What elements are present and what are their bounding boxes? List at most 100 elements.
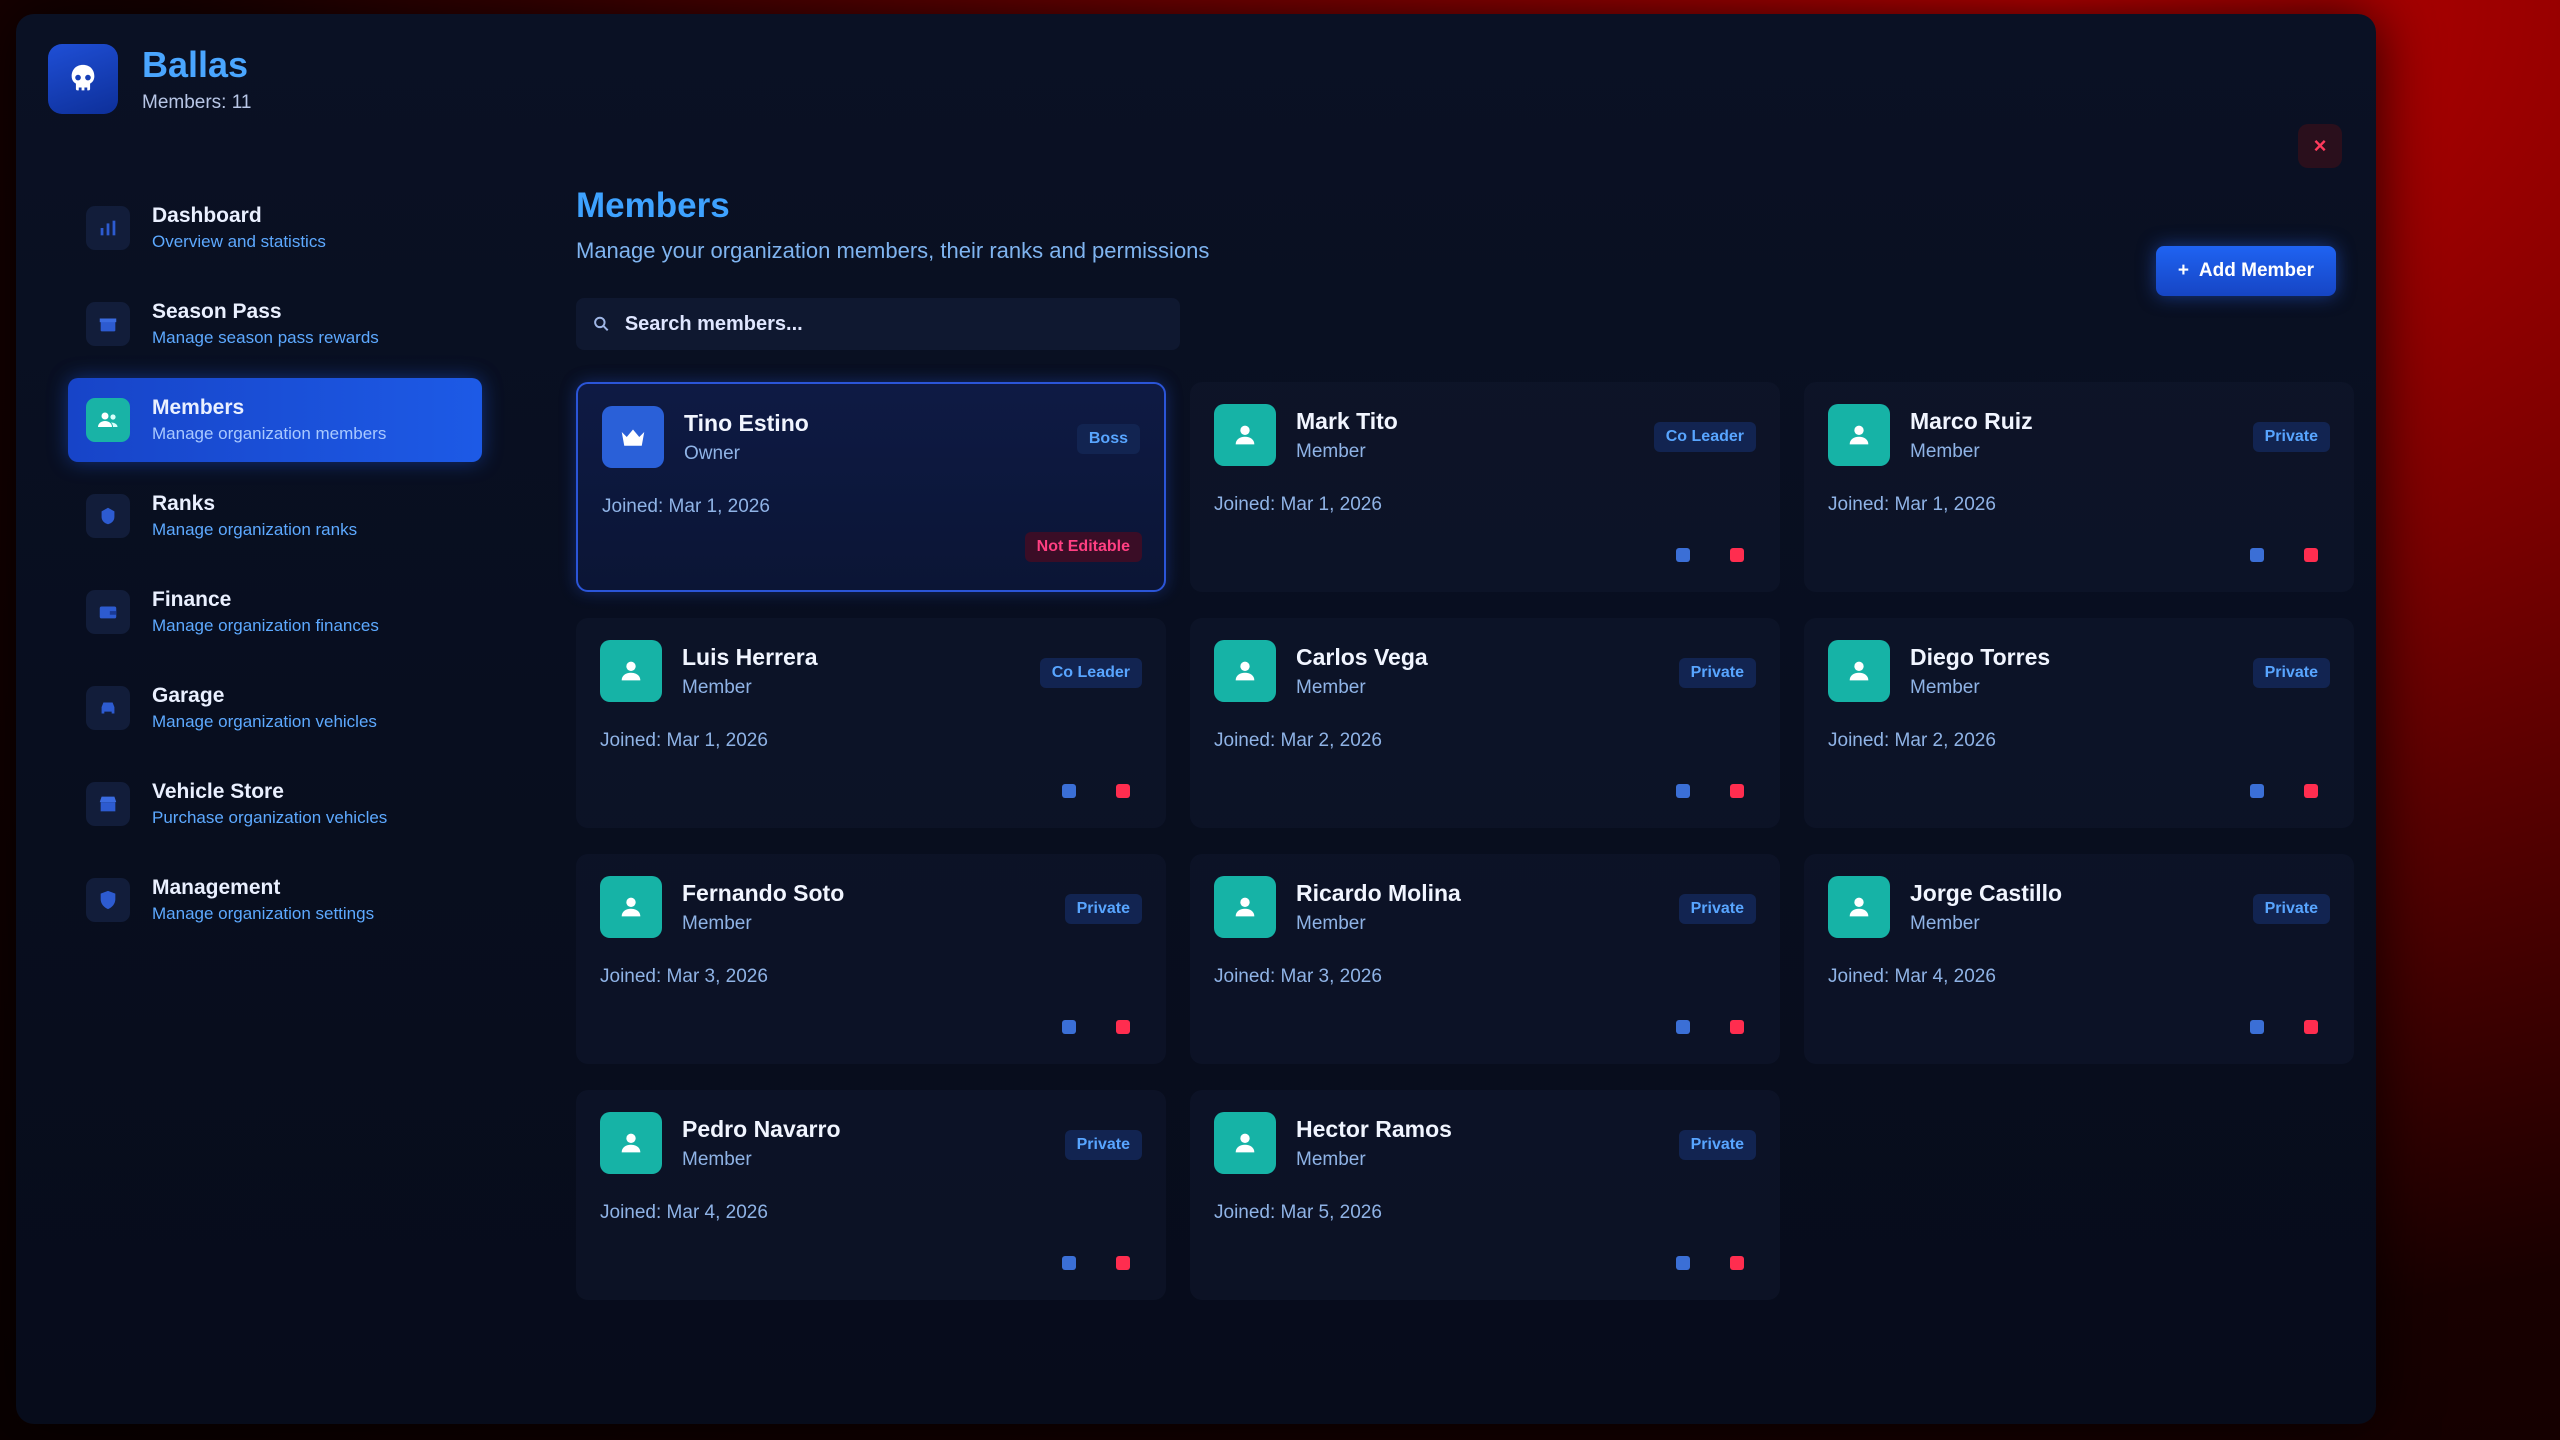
sidebar-item-label: Finance bbox=[152, 588, 232, 611]
close-button[interactable]: × bbox=[2298, 124, 2342, 168]
member-name: Luis Herrera bbox=[682, 643, 818, 670]
sidebar-item-label: Garage bbox=[152, 684, 225, 707]
sidebar-item-management[interactable]: Management Manage organization settings bbox=[68, 858, 482, 942]
rank-badge: Private bbox=[1678, 894, 1756, 924]
edit-icon[interactable] bbox=[1676, 1020, 1690, 1034]
sidebar-item-dashboard[interactable]: Dashboard Overview and statistics bbox=[68, 186, 482, 270]
edit-icon[interactable] bbox=[1676, 784, 1690, 798]
member-role: Member bbox=[1910, 440, 1980, 462]
member-name: Fernando Soto bbox=[682, 879, 845, 906]
member-name: Carlos Vega bbox=[1296, 643, 1428, 670]
member-card-owner[interactable]: Tino Estino Owner Boss Joined: Mar 1, 202… bbox=[576, 382, 1166, 592]
user-icon bbox=[1214, 876, 1276, 938]
close-icon: × bbox=[2313, 133, 2327, 158]
member-card[interactable]: Hector Ramos Member Private Joined: Mar 5… bbox=[1190, 1090, 1780, 1300]
member-role: Member bbox=[1910, 676, 1980, 698]
crown-icon bbox=[602, 406, 664, 468]
edit-icon[interactable] bbox=[2250, 784, 2264, 798]
trash-icon[interactable] bbox=[2304, 548, 2318, 562]
sidebar-item-desc: Manage organization finances bbox=[152, 616, 379, 635]
member-card[interactable]: Pedro Navarro Member Private Joined: Mar … bbox=[576, 1090, 1166, 1300]
sidebar-item-members[interactable]: Members Manage organization members bbox=[68, 378, 482, 462]
edit-icon[interactable] bbox=[1676, 1256, 1690, 1270]
edit-icon[interactable] bbox=[2250, 548, 2264, 562]
trash-icon[interactable] bbox=[1730, 1256, 1744, 1270]
member-role: Member bbox=[1296, 440, 1366, 462]
user-icon bbox=[1828, 876, 1890, 938]
member-name: Hector Ramos bbox=[1296, 1115, 1452, 1142]
edit-icon[interactable] bbox=[1062, 1020, 1076, 1034]
gift-icon bbox=[86, 302, 130, 346]
page-subtitle: Manage your organization members, their … bbox=[576, 238, 1210, 263]
member-role: Member bbox=[682, 676, 752, 698]
edit-icon[interactable] bbox=[1676, 548, 1690, 562]
member-card[interactable]: Mark Tito Member Co Leader Joined: Mar 1,… bbox=[1190, 382, 1780, 592]
trash-icon[interactable] bbox=[2304, 784, 2318, 798]
sidebar: Dashboard Overview and statistics Season … bbox=[68, 186, 482, 954]
add-member-button[interactable]: + Add Member bbox=[2155, 246, 2336, 296]
member-role: Member bbox=[1910, 912, 1980, 934]
member-name: Diego Torres bbox=[1910, 643, 2051, 670]
trash-icon[interactable] bbox=[1730, 548, 1744, 562]
sidebar-item-label: Season Pass bbox=[152, 300, 282, 323]
search-input[interactable] bbox=[624, 312, 1164, 336]
brand-header: Ballas Members: 11 bbox=[48, 44, 251, 114]
sidebar-item-label: Dashboard bbox=[152, 204, 262, 227]
page-title: Members bbox=[576, 186, 730, 225]
member-joined: Joined: Mar 3, 2026 bbox=[600, 966, 768, 987]
rank-badge: Private bbox=[2252, 658, 2330, 688]
main-content: Members Manage your organization members… bbox=[576, 186, 2354, 1300]
rank-badge: Boss bbox=[1076, 424, 1140, 454]
trash-icon[interactable] bbox=[2304, 1020, 2318, 1034]
trash-icon[interactable] bbox=[1116, 1256, 1130, 1270]
edit-icon[interactable] bbox=[1062, 1256, 1076, 1270]
member-count: Members: 11 bbox=[142, 92, 252, 113]
member-card[interactable]: Marco Ruiz Member Private Joined: Mar 1, … bbox=[1804, 382, 2354, 592]
member-card[interactable]: Ricardo Molina Member Private Joined: Mar… bbox=[1190, 854, 1780, 1064]
member-card[interactable]: Carlos Vega Member Private Joined: Mar 2,… bbox=[1190, 618, 1780, 828]
sidebar-item-ranks[interactable]: Ranks Manage organization ranks bbox=[68, 474, 482, 558]
trash-icon[interactable] bbox=[1730, 1020, 1744, 1034]
member-role: Member bbox=[1296, 912, 1366, 934]
member-joined: Joined: Mar 1, 2026 bbox=[1214, 494, 1382, 515]
member-card[interactable]: Diego Torres Member Private Joined: Mar 2… bbox=[1804, 618, 2354, 828]
user-icon bbox=[1828, 640, 1890, 702]
sidebar-item-garage[interactable]: Garage Manage organization vehicles bbox=[68, 666, 482, 750]
plus-icon: + bbox=[2177, 260, 2189, 281]
member-card[interactable]: Jorge Castillo Member Private Joined: Mar… bbox=[1804, 854, 2354, 1064]
shield-icon bbox=[86, 878, 130, 922]
sidebar-item-desc: Manage organization ranks bbox=[152, 520, 358, 539]
member-card[interactable]: Fernando Soto Member Private Joined: Mar … bbox=[576, 854, 1166, 1064]
member-card[interactable]: Luis Herrera Member Co Leader Joined: Mar… bbox=[576, 618, 1166, 828]
sidebar-item-label: Members bbox=[152, 396, 245, 419]
sidebar-item-finance[interactable]: Finance Manage organization finances bbox=[68, 570, 482, 654]
trash-icon[interactable] bbox=[1116, 784, 1130, 798]
member-name: Jorge Castillo bbox=[1910, 879, 2063, 906]
trash-icon[interactable] bbox=[1116, 1020, 1130, 1034]
member-joined: Joined: Mar 4, 2026 bbox=[1828, 966, 1996, 987]
member-name: Pedro Navarro bbox=[682, 1115, 841, 1142]
rank-badge: Co Leader bbox=[1039, 658, 1142, 688]
wallet-icon bbox=[86, 590, 130, 634]
sidebar-item-season-pass[interactable]: Season Pass Manage season pass rewards bbox=[68, 282, 482, 366]
sidebar-item-label: Management bbox=[152, 876, 281, 899]
member-joined: Joined: Mar 4, 2026 bbox=[600, 1202, 768, 1223]
user-icon bbox=[1214, 640, 1276, 702]
sidebar-item-desc: Purchase organization vehicles bbox=[152, 808, 388, 827]
not-editable-badge: Not Editable bbox=[1024, 532, 1142, 562]
rank-badge: Private bbox=[2252, 894, 2330, 924]
member-joined: Joined: Mar 1, 2026 bbox=[1828, 494, 1996, 515]
sidebar-item-desc: Manage organization vehicles bbox=[152, 712, 377, 731]
org-name: Ballas bbox=[142, 44, 249, 85]
search-icon bbox=[594, 316, 609, 331]
sidebar-item-desc: Manage organization members bbox=[152, 424, 387, 443]
trash-icon[interactable] bbox=[1730, 784, 1744, 798]
member-joined: Joined: Mar 2, 2026 bbox=[1828, 730, 1996, 751]
member-role: Owner bbox=[684, 442, 740, 464]
edit-icon[interactable] bbox=[2250, 1020, 2264, 1034]
user-icon bbox=[1214, 1112, 1276, 1174]
member-joined: Joined: Mar 3, 2026 bbox=[1214, 966, 1382, 987]
sidebar-item-vehicle-store[interactable]: Vehicle Store Purchase organization vehic… bbox=[68, 762, 482, 846]
edit-icon[interactable] bbox=[1062, 784, 1076, 798]
member-joined: Joined: Mar 5, 2026 bbox=[1214, 1202, 1382, 1223]
